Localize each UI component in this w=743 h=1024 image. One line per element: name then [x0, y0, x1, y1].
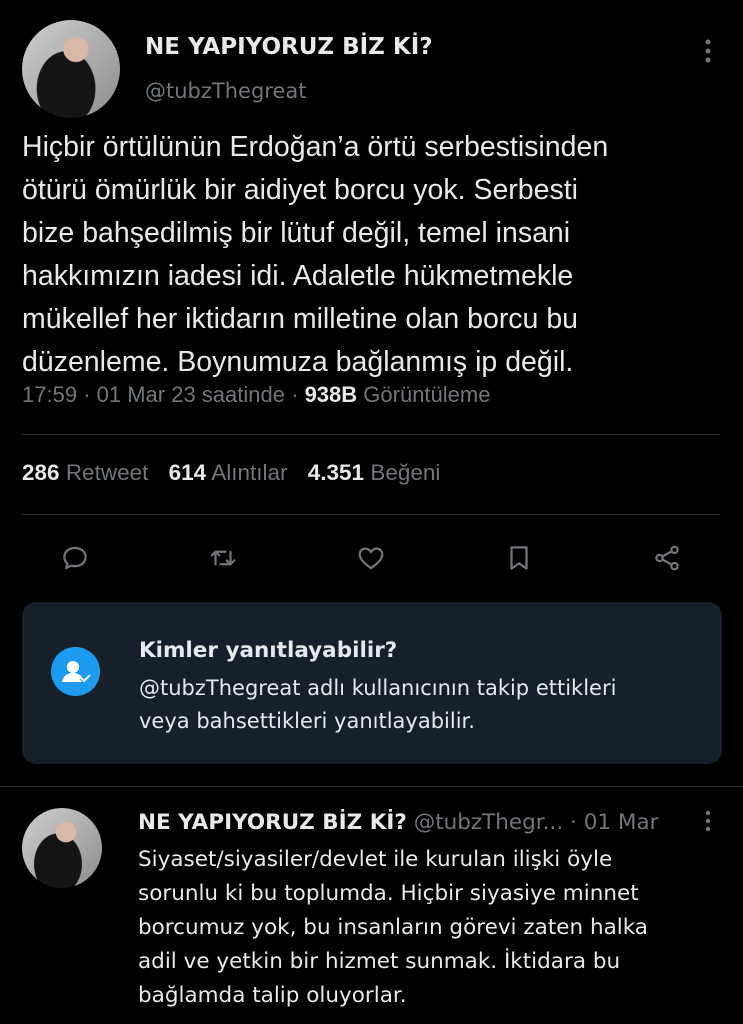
quotes-label: Alıntılar [211, 460, 288, 485]
tweet-time[interactable]: 17:59 [22, 382, 77, 407]
display-name[interactable]: NE YAPIYORUZ BİZ Kİ? [145, 34, 433, 60]
views-count: 938B [304, 382, 358, 407]
reply-text-line: adil ve yetkin bir hizmet sunmak. İktida… [138, 949, 621, 974]
tweet-text-line: Hiçbir örtülünün Erdoğan’a örtü serbesti… [22, 131, 609, 163]
likes-label: Beğeni [370, 460, 441, 485]
reply-restriction-notice: Kimler yanıtlayabilir? @tubzThegreat adl… [22, 602, 722, 764]
bookmark-icon[interactable] [499, 538, 539, 578]
more-options-icon[interactable] [698, 36, 718, 66]
reply-text-line: borcumuz yok, bu insanların görevi zaten… [138, 915, 648, 940]
tweet-text: Hiçbir örtülünün Erdoğan’a örtü serbesti… [22, 126, 722, 384]
reply-date[interactable]: · 01 Mar [570, 810, 658, 835]
tweet-text-line: hakkımızın iadesi idi. Adaletle hükmetme… [22, 260, 574, 292]
divider [22, 434, 720, 435]
reply-handle[interactable]: @tubzThegr... [414, 810, 564, 835]
section-divider [0, 786, 743, 787]
handle[interactable]: @tubzThegreat [145, 79, 306, 103]
share-icon[interactable] [647, 538, 687, 578]
like-icon[interactable] [351, 538, 391, 578]
reply-avatar[interactable] [22, 808, 102, 888]
separator: · [291, 382, 299, 407]
tweet-meta: 17:59 · 01 Mar 23 saatinde · 938B Görünt… [22, 382, 490, 408]
tweet-stats: 286 Retweet 614 Alıntılar 4.351 Beğeni [22, 460, 440, 486]
retweet-icon[interactable] [203, 538, 243, 578]
tweet-text-line: mükellef her iktidarın milletine olan bo… [22, 303, 579, 335]
reply-text-line: Siyaset/siyasiler/devlet ile kurulan ili… [138, 847, 613, 872]
retweets-stat[interactable]: 286 Retweet [22, 460, 155, 485]
separator: · [83, 382, 91, 407]
likes-stat[interactable]: 4.351 Beğeni [308, 460, 441, 485]
retweets-label: Retweet [65, 460, 149, 485]
reply-text-line: sorunlu ki bu toplumda. Hiçbir siyasiye … [138, 881, 639, 906]
reply-display-name[interactable]: NE YAPIYORUZ BİZ Kİ? [138, 810, 407, 835]
quotes-count: 614 [168, 460, 207, 485]
reply-icon[interactable] [55, 538, 95, 578]
tweet-text-line: ötürü ömürlük bir aidiyet borcu yok. Ser… [22, 174, 579, 206]
likes-count: 4.351 [307, 460, 365, 485]
reply-more-options-icon[interactable] [700, 808, 716, 834]
avatar[interactable] [22, 20, 120, 118]
retweets-count: 286 [22, 460, 60, 485]
tweet-text-line: düzenleme. Boynumuza bağlanmış ip değil. [22, 346, 574, 378]
reply-text: Siyaset/siyasiler/devlet ile kurulan ili… [138, 843, 728, 1013]
mentioned-users-icon [51, 647, 100, 696]
reply-notice-line: @tubzThegreat adlı kullanıcının takip et… [139, 676, 617, 700]
reply-notice-line: veya bahsettikleri yanıtlayabilir. [139, 709, 475, 733]
reply-header: NE YAPIYORUZ BİZ Kİ? @tubzThegr... · 01 … [138, 810, 658, 835]
tweet-text-line: bize bahşedilmiş bir lütuf değil, temel … [22, 217, 571, 249]
views-label: Görüntüleme [363, 382, 491, 407]
reply-notice-title: Kimler yanıtlayabilir? [139, 638, 398, 663]
divider [22, 514, 720, 515]
tweet-date[interactable]: 01 Mar 23 saatinde [97, 382, 285, 407]
quotes-stat[interactable]: 614 Alıntılar [169, 460, 294, 485]
reply-text-line: bağlamda talip oluyorlar. [138, 983, 407, 1008]
